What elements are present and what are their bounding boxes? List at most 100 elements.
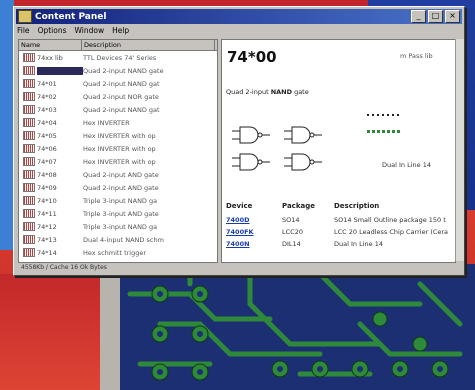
item-name: 74*04	[37, 118, 57, 127]
device-icon	[23, 157, 35, 166]
item-description: Triple 3-input NAND ga	[83, 196, 158, 205]
description-cell: LCC 20 Leadless Chip Carrier (Cera	[334, 228, 449, 236]
close-button[interactable]: ×	[445, 10, 460, 23]
table-row: 7400N DIL14 Dual In Line 14	[226, 240, 383, 248]
header-package: Package	[282, 202, 315, 210]
description-cell: SO14 Small Outline package 150 t	[334, 216, 446, 224]
status-bar: 4558Kb / Cache 16 Ok Bytes	[21, 264, 107, 271]
item-description: Hex schmitt trigger	[83, 248, 147, 257]
item-description: Hex INVERTER with op	[83, 157, 156, 166]
description-pre: Quad 2-input	[226, 88, 271, 96]
menu-help[interactable]: Help	[112, 26, 129, 38]
list-item[interactable]: 74*01 Quad 2-input NAND gat	[19, 77, 217, 90]
item-name: 74*12	[37, 222, 57, 231]
item-description: Quad 2-input NOR gate	[83, 92, 159, 101]
item-description: Hex INVERTER with op	[83, 144, 156, 153]
description-bold: NAND	[270, 88, 292, 96]
item-name: 74*08	[37, 170, 57, 179]
vertical-scrollbar[interactable]	[455, 39, 464, 261]
library-tree[interactable]: Name Description 74xx lib TTL Devices 74'…	[18, 39, 218, 263]
list-item[interactable]: 74*02 Quad 2-input NOR gate	[19, 90, 217, 103]
device-icon	[23, 79, 35, 88]
minimize-button[interactable]: _	[411, 10, 426, 23]
list-item-selected[interactable]: Quad 2-input NAND gate	[19, 64, 217, 77]
item-description: Quad 2-input NAND gate	[83, 66, 164, 75]
package-cell: DIL14	[282, 240, 301, 248]
list-item[interactable]: 74*13 Dual 4-input NAND schm	[19, 233, 217, 246]
item-name	[37, 66, 83, 75]
header-device: Device	[226, 202, 253, 210]
item-description: TTL Devices 74' Series	[83, 53, 157, 62]
package-cell: LCC20	[282, 228, 303, 236]
item-name: 74*07	[37, 157, 57, 166]
device-icon	[23, 235, 35, 244]
column-header-name[interactable]: Name	[19, 40, 82, 50]
header-description: Description	[334, 202, 380, 210]
device-icon	[23, 118, 35, 127]
device-table-header: Device Package Description	[226, 202, 379, 210]
item-name: 74*03	[37, 105, 57, 114]
list-item[interactable]: 74*10 Triple 3-input NAND ga	[19, 194, 217, 207]
device-icon	[23, 248, 35, 257]
device-icon	[23, 131, 35, 140]
list-item[interactable]: 74*08 Quad 2-input AND gate	[19, 168, 217, 181]
menu-file[interactable]: File	[17, 26, 30, 38]
table-row: 7400D SO14 SO14 Small Outline package 15…	[226, 216, 446, 224]
list-item[interactable]: 74*05 Hex INVERTER with op	[19, 129, 217, 142]
device-title: 74*00	[227, 48, 277, 66]
library-icon	[23, 53, 35, 62]
list-item[interactable]: 74*03 Quad 2-input NAND gat	[19, 103, 217, 116]
item-name: 74*01	[37, 79, 57, 88]
menu-options[interactable]: Options	[38, 26, 67, 38]
list-item[interactable]: 74*11 Triple 3-input AND gate	[19, 207, 217, 220]
item-name: 74xx lib	[37, 53, 63, 62]
menu-bar: File Options Window Help	[17, 26, 129, 38]
window-title: Content Panel	[35, 11, 107, 22]
gate-schematic	[232, 126, 322, 171]
item-description: Quad 2-input NAND gat	[83, 79, 160, 88]
device-icon	[23, 222, 35, 231]
device-link[interactable]: 7400D	[226, 216, 282, 224]
device-description: Quad 2-input NAND gate	[226, 88, 309, 96]
item-description: Triple 3-input AND gate	[83, 209, 159, 218]
list-item[interactable]: 74*04 Hex INVERTER	[19, 116, 217, 129]
list-item[interactable]: 74*12 Triple 3-input NAND ga	[19, 220, 217, 233]
description-cell: Dual In Line 14	[334, 240, 383, 248]
maximize-button[interactable]: □	[428, 10, 443, 23]
column-header-description[interactable]: Description	[82, 40, 215, 50]
item-name: 74*02	[37, 92, 57, 101]
item-name: 74*05	[37, 131, 57, 140]
title-bar[interactable]: Content Panel _ □ ×	[16, 9, 462, 24]
list-item[interactable]: 74xx lib TTL Devices 74' Series	[19, 51, 217, 64]
package-preview	[367, 114, 400, 133]
device-icon	[23, 66, 35, 75]
device-link[interactable]: 7400FK	[226, 228, 282, 236]
list-item[interactable]: 74*06 Hex INVERTER with op	[19, 142, 217, 155]
device-detail-pane: 74*00 m Pass lib Quad 2-input NAND gate …	[221, 39, 456, 263]
background-strip	[0, 0, 14, 250]
device-icon	[23, 92, 35, 101]
item-description: Quad 2-input NAND gat	[83, 105, 160, 114]
menu-window[interactable]: Window	[75, 26, 105, 38]
item-name: 74*14	[37, 248, 57, 257]
device-link[interactable]: 7400N	[226, 240, 282, 248]
pcb-layout-view	[120, 264, 475, 390]
list-header: Name Description	[19, 40, 217, 51]
list-item[interactable]: 74*14 Hex schmitt trigger	[19, 246, 217, 259]
item-description: Hex INVERTER	[83, 118, 130, 127]
device-icon	[23, 105, 35, 114]
package-cell: SO14	[282, 216, 300, 224]
item-description: Triple 3-input NAND ga	[83, 222, 158, 231]
device-icon	[23, 144, 35, 153]
device-icon	[23, 170, 35, 179]
device-icon	[23, 183, 35, 192]
content-panel-window: Content Panel _ □ × File Options Window …	[13, 6, 465, 276]
package-label: Dual In Line 14	[382, 161, 431, 169]
list-item[interactable]: 74*09 Quad 2-input AND gate	[19, 181, 217, 194]
item-description: Quad 2-input AND gate	[83, 183, 159, 192]
item-name: 74*10	[37, 196, 57, 205]
item-description: Dual 4-input NAND schm	[83, 235, 164, 244]
table-row: 7400FK LCC20 LCC 20 Leadless Chip Carrie…	[226, 228, 448, 236]
list-item[interactable]: 74*07 Hex INVERTER with op	[19, 155, 217, 168]
device-icon	[23, 196, 35, 205]
